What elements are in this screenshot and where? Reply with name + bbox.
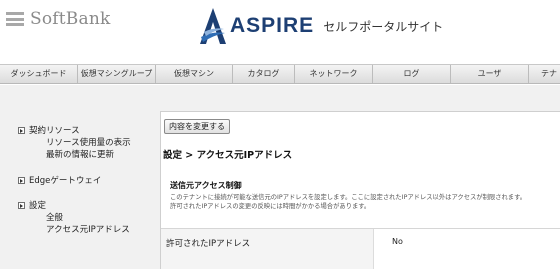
allowed-ip-value: No <box>392 237 403 246</box>
sidebar-item-refresh[interactable]: 最新の情報に更新 <box>46 148 114 160</box>
softbank-logo[interactable]: SoftBank <box>6 9 110 29</box>
main-nav: ダッシュボード 仮想マシングループ 仮想マシン カタログ ネットワーク ログ ユ… <box>0 64 560 84</box>
main-panel: 内容を変更する 設定 > アクセス元IPアドレス 送信元アクセス制御 このテナン… <box>160 111 560 269</box>
sidebar-section-label: Edgeゲートウェイ <box>29 176 102 186</box>
sidebar-item-resource-usage[interactable]: リソース使用量の表示 <box>46 136 131 148</box>
page-title: 設定 > アクセス元IPアドレス <box>163 150 293 161</box>
description-line: このテナントに接続が可能な送信元のIPアドレスを設定します。ここに設定されたIP… <box>170 194 527 201</box>
edit-content-button[interactable]: 内容を変更する <box>164 119 230 134</box>
nav-user[interactable]: ユーザ <box>451 65 529 83</box>
softbank-bars-icon <box>6 12 24 26</box>
aspire-logo: ASPIRE セルフポータルサイト <box>198 6 443 46</box>
aspire-a-icon <box>200 8 226 44</box>
nav-catalog[interactable]: カタログ <box>233 65 295 83</box>
description-line: 許可されたIPアドレスの変更の反映には時間がかかる場合があります。 <box>170 203 371 210</box>
nav-dashboard[interactable]: ダッシュボード <box>0 65 78 83</box>
expand-toggle-icon[interactable] <box>18 176 25 184</box>
portal-subtitle: セルフポータルサイト <box>323 19 444 34</box>
sidebar-section-contract[interactable]: 契約リソース <box>18 124 80 136</box>
nav-vm-group[interactable]: 仮想マシングループ <box>78 65 156 83</box>
expand-toggle-icon[interactable] <box>18 126 25 134</box>
sidebar: 契約リソース リソース使用量の表示 最新の情報に更新 Edgeゲートウェイ 設定… <box>0 85 150 269</box>
sidebar-section-settings[interactable]: 設定 <box>18 199 46 211</box>
allowed-ip-value-cell: No <box>373 229 560 269</box>
nav-tenant[interactable]: テナ <box>529 65 560 83</box>
section-description: このテナントに接続が可能な送信元のIPアドレスを設定します。ここに設定されたIP… <box>170 193 526 211</box>
sidebar-section-label: 契約リソース <box>29 126 80 136</box>
sidebar-item-general[interactable]: 全般 <box>46 211 63 223</box>
nav-log[interactable]: ログ <box>373 65 451 83</box>
section-title: 送信元アクセス制御 <box>170 181 242 190</box>
sidebar-section-label: 設定 <box>29 201 47 211</box>
content-area: 契約リソース リソース使用量の表示 最新の情報に更新 Edgeゲートウェイ 設定… <box>0 85 560 269</box>
allowed-ip-row: 許可されたIPアドレス No <box>161 228 560 269</box>
header: SoftBank ASPIRE セルフポータルサイト <box>0 0 560 62</box>
sidebar-section-edge-gateway[interactable]: Edgeゲートウェイ <box>18 174 101 186</box>
nav-network[interactable]: ネットワーク <box>295 65 373 83</box>
allowed-ip-label: 許可されたIPアドレス <box>166 239 251 249</box>
nav-vm[interactable]: 仮想マシン <box>156 65 233 83</box>
sidebar-item-access-ip[interactable]: アクセス元IPアドレス <box>46 223 130 235</box>
aspire-wordmark: ASPIRE <box>230 14 315 37</box>
expand-toggle-icon[interactable] <box>18 201 25 209</box>
softbank-wordmark: SoftBank <box>30 9 111 29</box>
